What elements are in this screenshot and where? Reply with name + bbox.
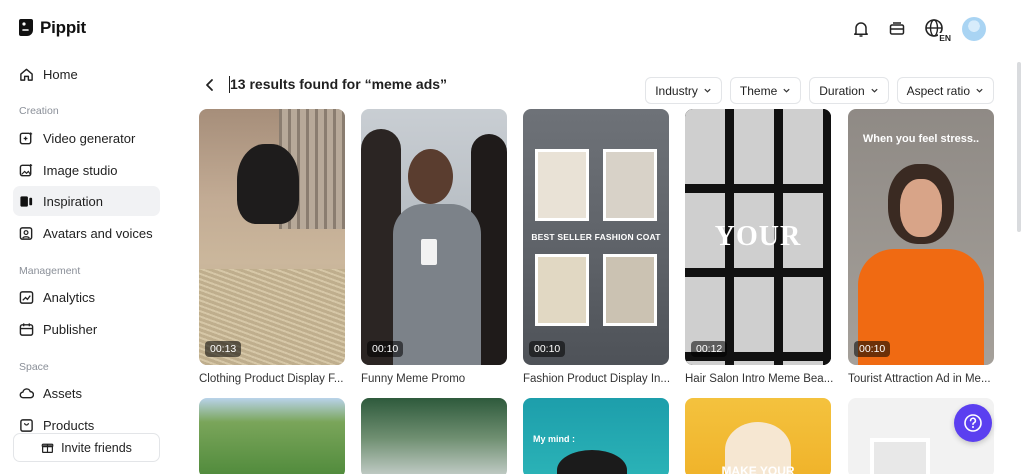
- filter-label: Duration: [819, 83, 865, 98]
- bell-icon[interactable]: [850, 18, 872, 40]
- filter-aspect-ratio[interactable]: Aspect ratio: [896, 77, 994, 104]
- analytics-icon: [19, 290, 34, 304]
- template-card-8[interactable]: My mind :: [523, 398, 669, 474]
- template-card-7[interactable]: [361, 398, 507, 474]
- gorilla-graphic: [237, 144, 299, 224]
- duration-badge: 00:13: [205, 341, 242, 357]
- hair-graphic: [557, 450, 627, 474]
- sidebar-item-avatars-voices[interactable]: Avatars and voices: [13, 218, 160, 248]
- cloud-icon: [19, 387, 34, 398]
- duration-badge: 00:10: [529, 341, 566, 357]
- sidebar-item-analytics[interactable]: Analytics: [13, 282, 160, 312]
- section-label-space: Space: [19, 361, 49, 373]
- duration-badge: 00:10: [367, 341, 404, 357]
- section-label-management: Management: [19, 265, 81, 277]
- sidebar-item-label: Publisher: [43, 321, 98, 337]
- card-caption[interactable]: Clothing Product Display F...: [199, 373, 349, 385]
- template-card-4[interactable]: YOUR 00:12: [685, 109, 831, 365]
- photo-frame: [603, 254, 657, 326]
- face-graphic: [900, 179, 942, 237]
- photo-frame: [603, 149, 657, 221]
- sidebar-item-label: Image studio: [43, 162, 118, 178]
- sidebar-item-label: Products: [43, 417, 95, 433]
- back-chevron-icon[interactable]: [203, 78, 217, 92]
- template-card-3[interactable]: BEST SELLER FASHION COAT 00:10: [523, 109, 669, 365]
- card-overlay-text: YOUR: [714, 221, 802, 252]
- sidebar-item-label: Avatars and voices: [43, 225, 153, 241]
- chevron-down-icon: [704, 88, 711, 93]
- sidebar-item-label: Inspiration: [43, 193, 103, 209]
- template-card-2[interactable]: 00:10: [361, 109, 507, 365]
- chevron-down-icon: [871, 88, 878, 93]
- logo[interactable]: Pippit: [18, 18, 86, 38]
- card-overlay-text: When you feel stress..: [862, 133, 980, 145]
- card-overlay-text: My mind :: [533, 434, 575, 444]
- language-globe-icon[interactable]: EN: [922, 18, 952, 43]
- filter-theme[interactable]: Theme: [729, 77, 802, 104]
- shirt-graphic: [393, 204, 481, 365]
- scrollbar[interactable]: [1017, 62, 1021, 232]
- filter-duration[interactable]: Duration: [809, 77, 889, 104]
- card-caption[interactable]: Hair Salon Intro Meme Bea...: [685, 373, 835, 385]
- filter-label: Aspect ratio: [906, 83, 970, 98]
- filter-industry[interactable]: Industry: [645, 77, 722, 104]
- sidebar-item-publisher[interactable]: Publisher: [13, 314, 160, 344]
- sidebar-item-image-studio[interactable]: Image studio: [13, 155, 160, 185]
- template-card-9[interactable]: MAKE YOUR: [685, 398, 831, 474]
- product-box-icon: [20, 418, 33, 432]
- card-caption[interactable]: Tourist Attraction Ad in Me...: [848, 373, 998, 385]
- card-overlay-text: BEST SELLER FASHION COAT: [531, 232, 661, 242]
- sidebar-item-label: Home: [43, 66, 78, 82]
- inspiration-icon: [20, 195, 33, 207]
- question-icon: [964, 414, 982, 432]
- sidebar-item-video-generator[interactable]: Video generator: [13, 123, 160, 153]
- section-label-creation: Creation: [19, 105, 59, 117]
- filter-bar: Industry Theme Duration Aspect ratio: [645, 77, 994, 104]
- sidebar-item-home[interactable]: Home: [13, 59, 160, 89]
- sidebar-item-label: Assets: [43, 385, 83, 401]
- results-title: 13 results found for “meme ads”: [230, 76, 448, 92]
- duration-badge: 00:10: [854, 341, 891, 357]
- card-caption[interactable]: Funny Meme Promo: [361, 373, 511, 385]
- user-avatar[interactable]: [962, 17, 986, 41]
- sidebar-item-inspiration[interactable]: Inspiration: [13, 186, 160, 216]
- photo-frame: [535, 254, 589, 326]
- template-card-6[interactable]: [199, 398, 345, 474]
- image-plus-icon: [19, 163, 33, 176]
- sidebar-item-label: Analytics: [43, 289, 96, 305]
- photo-frame: [870, 438, 930, 474]
- language-badge: EN: [938, 33, 952, 43]
- card-overlay-text: MAKE YOUR: [721, 464, 795, 474]
- header-actions: EN: [850, 17, 986, 43]
- video-plus-icon: [19, 131, 33, 144]
- template-card-5[interactable]: When you feel stress.. 00:10: [848, 109, 994, 365]
- photo-frame: [535, 149, 589, 221]
- calendar-icon: [19, 322, 34, 336]
- invite-friends-label: Invite friends: [61, 440, 132, 455]
- phone-graphic: [421, 239, 437, 265]
- duration-badge: 00:12: [691, 341, 728, 357]
- app-root: Pippit Home Creation Video generator Ima…: [0, 0, 1024, 474]
- chevron-down-icon: [783, 88, 790, 93]
- avatar-icon: [19, 226, 33, 240]
- invite-friends-button[interactable]: Invite friends: [13, 433, 160, 462]
- inbox-icon[interactable]: [886, 18, 908, 40]
- sidebar: Pippit Home Creation Video generator Ima…: [0, 0, 176, 474]
- chevron-down-icon: [976, 88, 983, 93]
- filter-label: Theme: [739, 83, 778, 98]
- filter-label: Industry: [655, 83, 698, 98]
- help-button[interactable]: [954, 404, 992, 442]
- pippit-logo-icon: [18, 18, 34, 38]
- sidebar-item-assets[interactable]: Assets: [13, 378, 160, 408]
- card-caption[interactable]: Fashion Product Display In...: [523, 373, 673, 385]
- app-name: Pippit: [40, 18, 87, 37]
- face-graphic: [408, 149, 453, 204]
- sidebar-item-label: Video generator: [43, 130, 136, 146]
- home-icon: [20, 68, 33, 81]
- template-card-1[interactable]: 00:13: [199, 109, 345, 365]
- gift-icon: [41, 443, 54, 453]
